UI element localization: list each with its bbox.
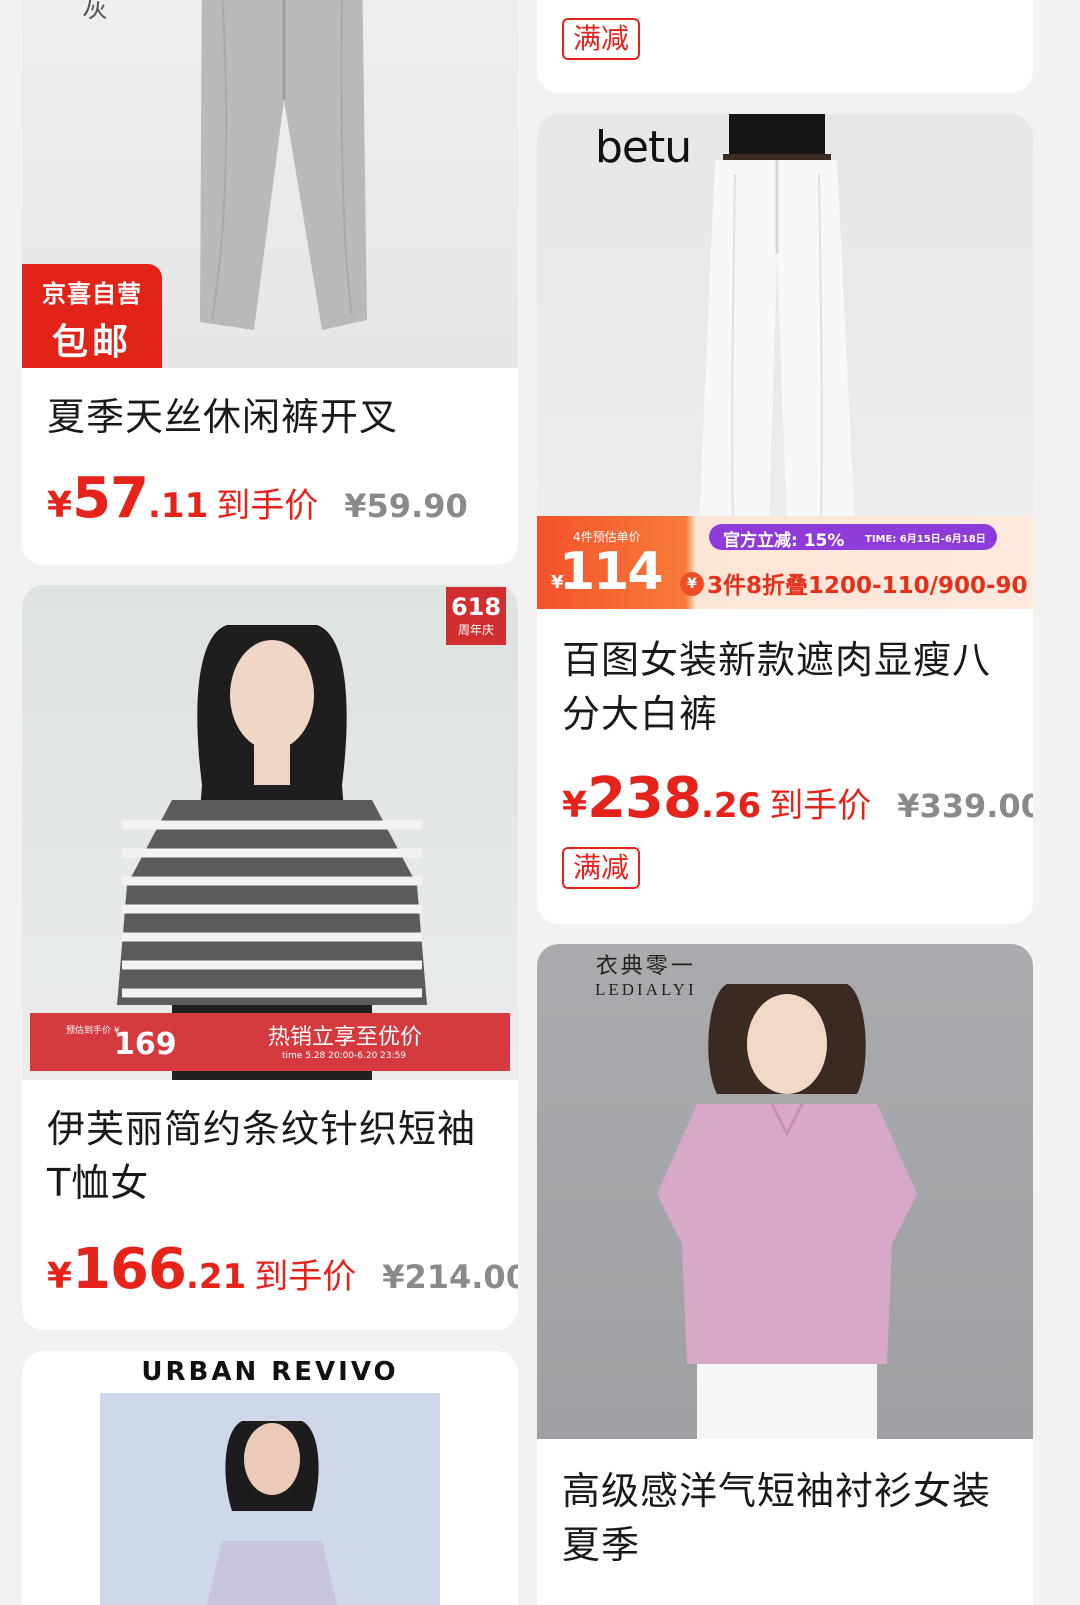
anniversary-badge: 618 周年庆 bbox=[446, 587, 506, 645]
brand-logo: betu bbox=[595, 122, 692, 173]
price-integer: 57 bbox=[72, 466, 149, 531]
original-price: ¥59.90 bbox=[344, 487, 468, 525]
price-row: ¥ 166 .21 到手价 ¥214.00 bbox=[47, 1237, 518, 1302]
price-suffix: 到手价 bbox=[254, 1257, 357, 1297]
badge-line1: 京喜自营 bbox=[42, 280, 142, 308]
product-image[interactable]: URBAN REVIVO bbox=[22, 1351, 518, 1605]
product-card[interactable]: 618 周年庆 预估到手价 ¥ 169 热销立享至优价 time 5.28 20… bbox=[22, 585, 518, 1330]
model-illustration bbox=[100, 1393, 440, 1605]
model-illustration bbox=[117, 625, 427, 1080]
badge-618: 618 bbox=[450, 593, 502, 621]
product-card[interactable]: 灰 京喜自营 包邮 夏季天丝休闲裤开叉 ¥ 57 .11 到手价 ¥59.90 bbox=[22, 0, 518, 565]
price-decimal: .11 bbox=[148, 486, 209, 526]
price-row: ¥ 57 .11 到手价 ¥59.90 bbox=[47, 466, 508, 531]
coupon-icon: ¥ bbox=[680, 572, 704, 596]
price-symbol: ¥ bbox=[562, 785, 588, 826]
price-decimal: .26 bbox=[700, 786, 762, 826]
product-image[interactable]: betu 4件预估单价 ¥ 114 官方立减: 15% TIME: 6月15日-… bbox=[537, 114, 1033, 609]
promo-discount: 3件8折叠1200-110/900-90 bbox=[707, 573, 1028, 599]
promo-headline: 热销立享至优价 bbox=[268, 1025, 423, 1050]
promo-banner: 4件预估单价 ¥ 114 官方立减: 15% TIME: 6月15日-6月18日… bbox=[537, 516, 1033, 609]
promo-banner: 预估到手价 ¥ 169 热销立享至优价 time 5.28 20:00-6.20… bbox=[30, 1013, 510, 1071]
price-integer: 166 bbox=[72, 1237, 187, 1302]
product-image[interactable]: 灰 京喜自营 包邮 bbox=[22, 0, 518, 368]
brand-logo-en: LEDIALYI bbox=[595, 980, 697, 999]
price-row: ¥ 238 .26 到手价 ¥339.00 bbox=[562, 766, 1033, 831]
official-cut-pill: 官方立减: 15% TIME: 6月15日-6月18日 bbox=[709, 524, 997, 551]
price-symbol: ¥ bbox=[47, 1256, 73, 1297]
price-suffix: 到手价 bbox=[216, 486, 319, 526]
product-image[interactable]: 618 周年庆 预估到手价 ¥ 169 热销立享至优价 time 5.28 20… bbox=[22, 585, 518, 1080]
product-title[interactable]: 夏季天丝休闲裤开叉 bbox=[47, 390, 496, 444]
promo-label: 预估到手价 ¥ bbox=[66, 1026, 120, 1036]
badge-line2: 包邮 bbox=[51, 322, 132, 363]
product-image[interactable]: 衣典零一 LEDIALYI bbox=[537, 944, 1033, 1439]
price-suffix: 到手价 bbox=[769, 786, 872, 826]
promo-price: 114 bbox=[559, 542, 664, 602]
product-title[interactable]: 伊芙丽简约条纹针织短袖T恤女 bbox=[47, 1102, 496, 1210]
promo-time: time 5.28 20:00-6.20 23:59 bbox=[282, 1051, 407, 1061]
original-price: ¥339.00 bbox=[897, 787, 1033, 825]
brand-logo: 衣典零一 LEDIALYI bbox=[595, 948, 697, 1000]
price-integer: 238 bbox=[587, 766, 702, 831]
price-symbol: ¥ bbox=[47, 485, 73, 526]
product-card[interactable]: URBAN REVIVO bbox=[22, 1351, 518, 1605]
product-card[interactable]: 满减 bbox=[537, 0, 1033, 93]
brand-logo-cn: 衣典零一 bbox=[595, 954, 696, 979]
badge-anniversary: 周年庆 bbox=[457, 623, 494, 637]
jingxi-badge: 京喜自营 包邮 bbox=[22, 264, 162, 368]
original-price: ¥214.00 bbox=[382, 1258, 518, 1296]
product-card[interactable]: 衣典零一 LEDIALYI 高级感洋气短袖衬衫女装夏季 bbox=[537, 944, 1033, 1605]
product-card[interactable]: betu 4件预估单价 ¥ 114 官方立减: 15% TIME: 6月15日-… bbox=[537, 114, 1033, 924]
promo-time: TIME: 6月15日-6月18日 bbox=[865, 534, 986, 545]
official-cut: 官方立减: 15% bbox=[723, 531, 845, 551]
promo-tag: 满减 bbox=[562, 18, 641, 60]
price-decimal: .21 bbox=[185, 1257, 247, 1297]
promo-price: 169 bbox=[114, 1027, 177, 1062]
model-illustration bbox=[657, 984, 917, 1439]
image-caption-fragment: 灰 bbox=[82, 0, 109, 24]
product-title[interactable]: 百图女装新款遮肉显瘦八分大白裤 bbox=[562, 633, 1011, 741]
product-title[interactable]: 高级感洋气短袖衬衫女装夏季 bbox=[562, 1464, 1011, 1572]
promo-tag: 满减 bbox=[562, 847, 641, 889]
